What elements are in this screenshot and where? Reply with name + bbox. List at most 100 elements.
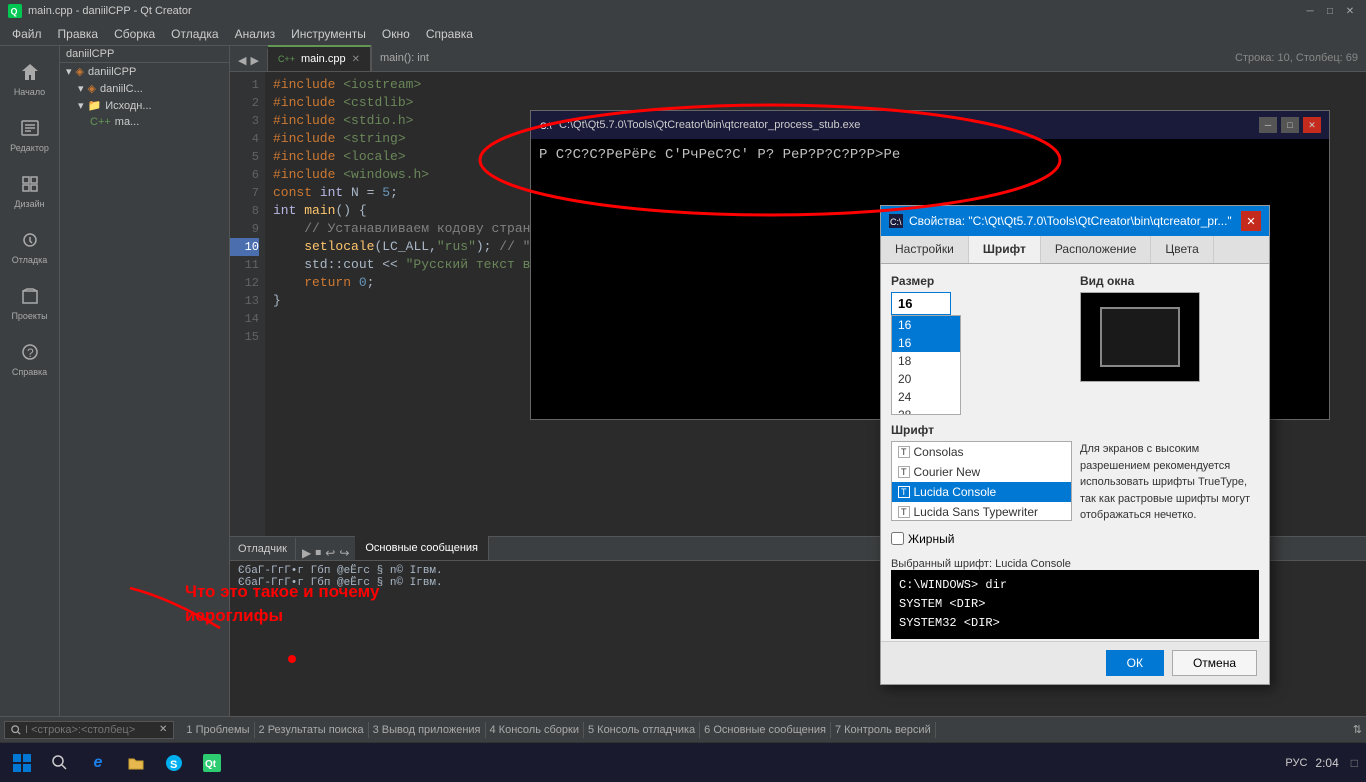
font-lucida-label: Lucida Console — [914, 485, 997, 499]
status-tab-3[interactable]: 3 Вывод приложения — [369, 724, 485, 736]
status-tab-4[interactable]: 4 Консоль сборки — [486, 724, 583, 736]
taskbar: e S Qt РУС 2:04 □ — [0, 742, 1366, 782]
tree-item-subfolder[interactable]: ▾ ◈ daniilC... — [72, 80, 229, 97]
preview-line-3: SYSTEM32 <DIR> — [899, 614, 1251, 633]
bold-label: Жирный — [908, 532, 954, 546]
status-tab-1[interactable]: 1 Проблемы — [182, 724, 253, 736]
status-tab-5[interactable]: 5 Консоль отладчика — [584, 724, 699, 736]
search-button[interactable] — [42, 745, 78, 781]
breadcrumb-bar: main(): int Строка: 10, Столбец: 69 — [371, 45, 1366, 71]
size-20[interactable]: 20 — [892, 370, 960, 388]
debug-toolbar-btn1[interactable]: ▶ — [302, 546, 311, 560]
tree-cpp-icon: C++ — [90, 116, 111, 128]
size-18[interactable]: 18 — [892, 352, 960, 370]
font-lucida-sans[interactable]: T Lucida Sans Typewriter — [892, 502, 1071, 521]
code-line-1: #include <iostream> — [273, 76, 1358, 94]
font-consolas[interactable]: T Consolas — [892, 442, 1071, 462]
dialog-close-button[interactable]: ✕ — [1241, 211, 1261, 231]
console-maximize[interactable]: □ — [1281, 117, 1299, 133]
size-16b[interactable]: 16 — [892, 334, 960, 352]
tab-label: main.cpp — [301, 53, 346, 65]
sidebar-item-debug[interactable]: Отладка — [4, 220, 56, 272]
dialog-tab-settings[interactable]: Настройки — [881, 236, 969, 263]
taskbar-files[interactable] — [118, 745, 154, 781]
search-input[interactable] — [25, 724, 155, 736]
dialog-titlebar: C:\ Свойства: "C:\Qt\Qt5.7.0\Tools\QtCre… — [881, 206, 1269, 236]
close-button[interactable]: ✕ — [1342, 3, 1358, 19]
tree-item-sources[interactable]: ▾ 📁 Исходн... — [72, 97, 229, 114]
taskbar-search-icon — [52, 755, 68, 771]
minimize-button[interactable]: ─ — [1302, 3, 1318, 19]
font-lucida-console[interactable]: T Lucida Console — [892, 482, 1071, 502]
dialog-content: Размер 16 16 18 20 24 28 36 72 Вид окна — [881, 264, 1269, 641]
tree-item-maincpp[interactable]: C++ ma... — [84, 114, 229, 130]
dialog-tab-layout[interactable]: Расположение — [1041, 236, 1152, 263]
debug-tab-messages[interactable]: Основные сообщения — [355, 536, 489, 560]
sep7 — [935, 722, 936, 738]
dialog-tab-font[interactable]: Шрифт — [969, 236, 1041, 263]
bold-row: Жирный — [891, 532, 1259, 546]
title-bar-controls: ─ □ ✕ — [1302, 3, 1358, 19]
search-clear[interactable]: ✕ — [159, 724, 167, 735]
size-list[interactable]: 16 16 18 20 24 28 36 72 — [891, 315, 961, 415]
projects-icon — [18, 284, 42, 308]
dialog-icon: C:\ — [889, 214, 903, 228]
size-28[interactable]: 28 — [892, 406, 960, 415]
console-titlebar: C:\ C:\Qt\Qt5.7.0\Tools\QtCreator\bin\qt… — [531, 111, 1329, 139]
cancel-button[interactable]: Отмена — [1172, 650, 1257, 676]
notification-area[interactable]: □ — [1347, 756, 1362, 770]
maximize-button[interactable]: □ — [1322, 3, 1338, 19]
size-label: Размер — [891, 274, 1070, 288]
search-bar[interactable]: ✕ — [4, 721, 174, 739]
taskbar-qtcreator[interactable]: Qt — [194, 745, 230, 781]
nav-back-icon: ◀ — [238, 54, 246, 67]
console-close[interactable]: ✕ — [1303, 117, 1321, 133]
sidebar-item-home[interactable]: Начало — [4, 52, 56, 104]
tab-nav-back[interactable]: ◀ ▶ — [230, 49, 268, 71]
font-type-icon2: T — [898, 466, 910, 478]
tree-expand-icon: ▾ — [66, 65, 72, 78]
sidebar-item-design[interactable]: Дизайн — [4, 164, 56, 216]
dialog-tab-colors[interactable]: Цвета — [1151, 236, 1213, 263]
menu-window[interactable]: Окно — [374, 25, 418, 43]
taskbar-clock: 2:04 — [1315, 756, 1338, 770]
taskbar-right: РУС 2:04 □ — [1285, 756, 1362, 770]
size-16[interactable]: 16 — [892, 316, 960, 334]
status-tab-7[interactable]: 7 Контроль версий — [831, 724, 935, 736]
status-tab-2[interactable]: 2 Результаты поиска — [255, 724, 368, 736]
svg-text:Q: Q — [11, 7, 18, 17]
size-24[interactable]: 24 — [892, 388, 960, 406]
menu-analyze[interactable]: Анализ — [227, 25, 284, 43]
menu-debug[interactable]: Отладка — [163, 25, 226, 43]
ok-button[interactable]: ОК — [1106, 650, 1164, 676]
sidebar-item-projects[interactable]: Проекты — [4, 276, 56, 328]
debug-toolbar-btn3[interactable]: ↩ — [325, 546, 335, 560]
tree-item-project[interactable]: ▾ ◈ daniilCPP — [60, 63, 229, 80]
tab-maincpp[interactable]: C++ main.cpp ✕ — [268, 45, 371, 71]
menu-edit[interactable]: Правка — [50, 25, 107, 43]
debug-toolbar-btn4[interactable]: ↪ — [339, 546, 349, 560]
taskbar-ie[interactable]: e — [80, 745, 116, 781]
sidebar-item-help[interactable]: ? Справка — [4, 332, 56, 384]
start-button[interactable] — [4, 745, 40, 781]
tab-close-button[interactable]: ✕ — [352, 54, 360, 65]
menu-file[interactable]: Файл — [4, 25, 50, 43]
menu-build[interactable]: Сборка — [106, 25, 163, 43]
menu-tools[interactable]: Инструменты — [283, 25, 374, 43]
bold-checkbox[interactable] — [891, 532, 904, 545]
menu-help[interactable]: Справка — [418, 25, 481, 43]
window-view-label: Вид окна — [1080, 274, 1259, 288]
size-section: Размер 16 16 18 20 24 28 36 72 — [891, 274, 1070, 415]
tree-maincpp-label: ma... — [115, 116, 139, 128]
console-line: P С?С?С?РеРёРє С'РчРеС?С' Р? РеР?Р?С?Р?Р… — [539, 147, 1321, 163]
sidebar-item-editor[interactable]: Редактор — [4, 108, 56, 160]
font-courier-new[interactable]: T Courier New — [892, 462, 1071, 482]
taskbar-skype[interactable]: S — [156, 745, 192, 781]
debug-toolbar-btn2[interactable]: ⏹ — [315, 545, 321, 560]
console-minimize[interactable]: ─ — [1259, 117, 1277, 133]
size-input[interactable] — [891, 292, 951, 315]
font-list[interactable]: T Consolas T Courier New T Lucida Consol… — [891, 441, 1072, 521]
sidebar-debug-label: Отладка — [12, 255, 48, 265]
status-tab-6[interactable]: 6 Основные сообщения — [700, 724, 830, 736]
font-section: Шрифт T Consolas T Courier New T Lucida … — [891, 423, 1259, 524]
